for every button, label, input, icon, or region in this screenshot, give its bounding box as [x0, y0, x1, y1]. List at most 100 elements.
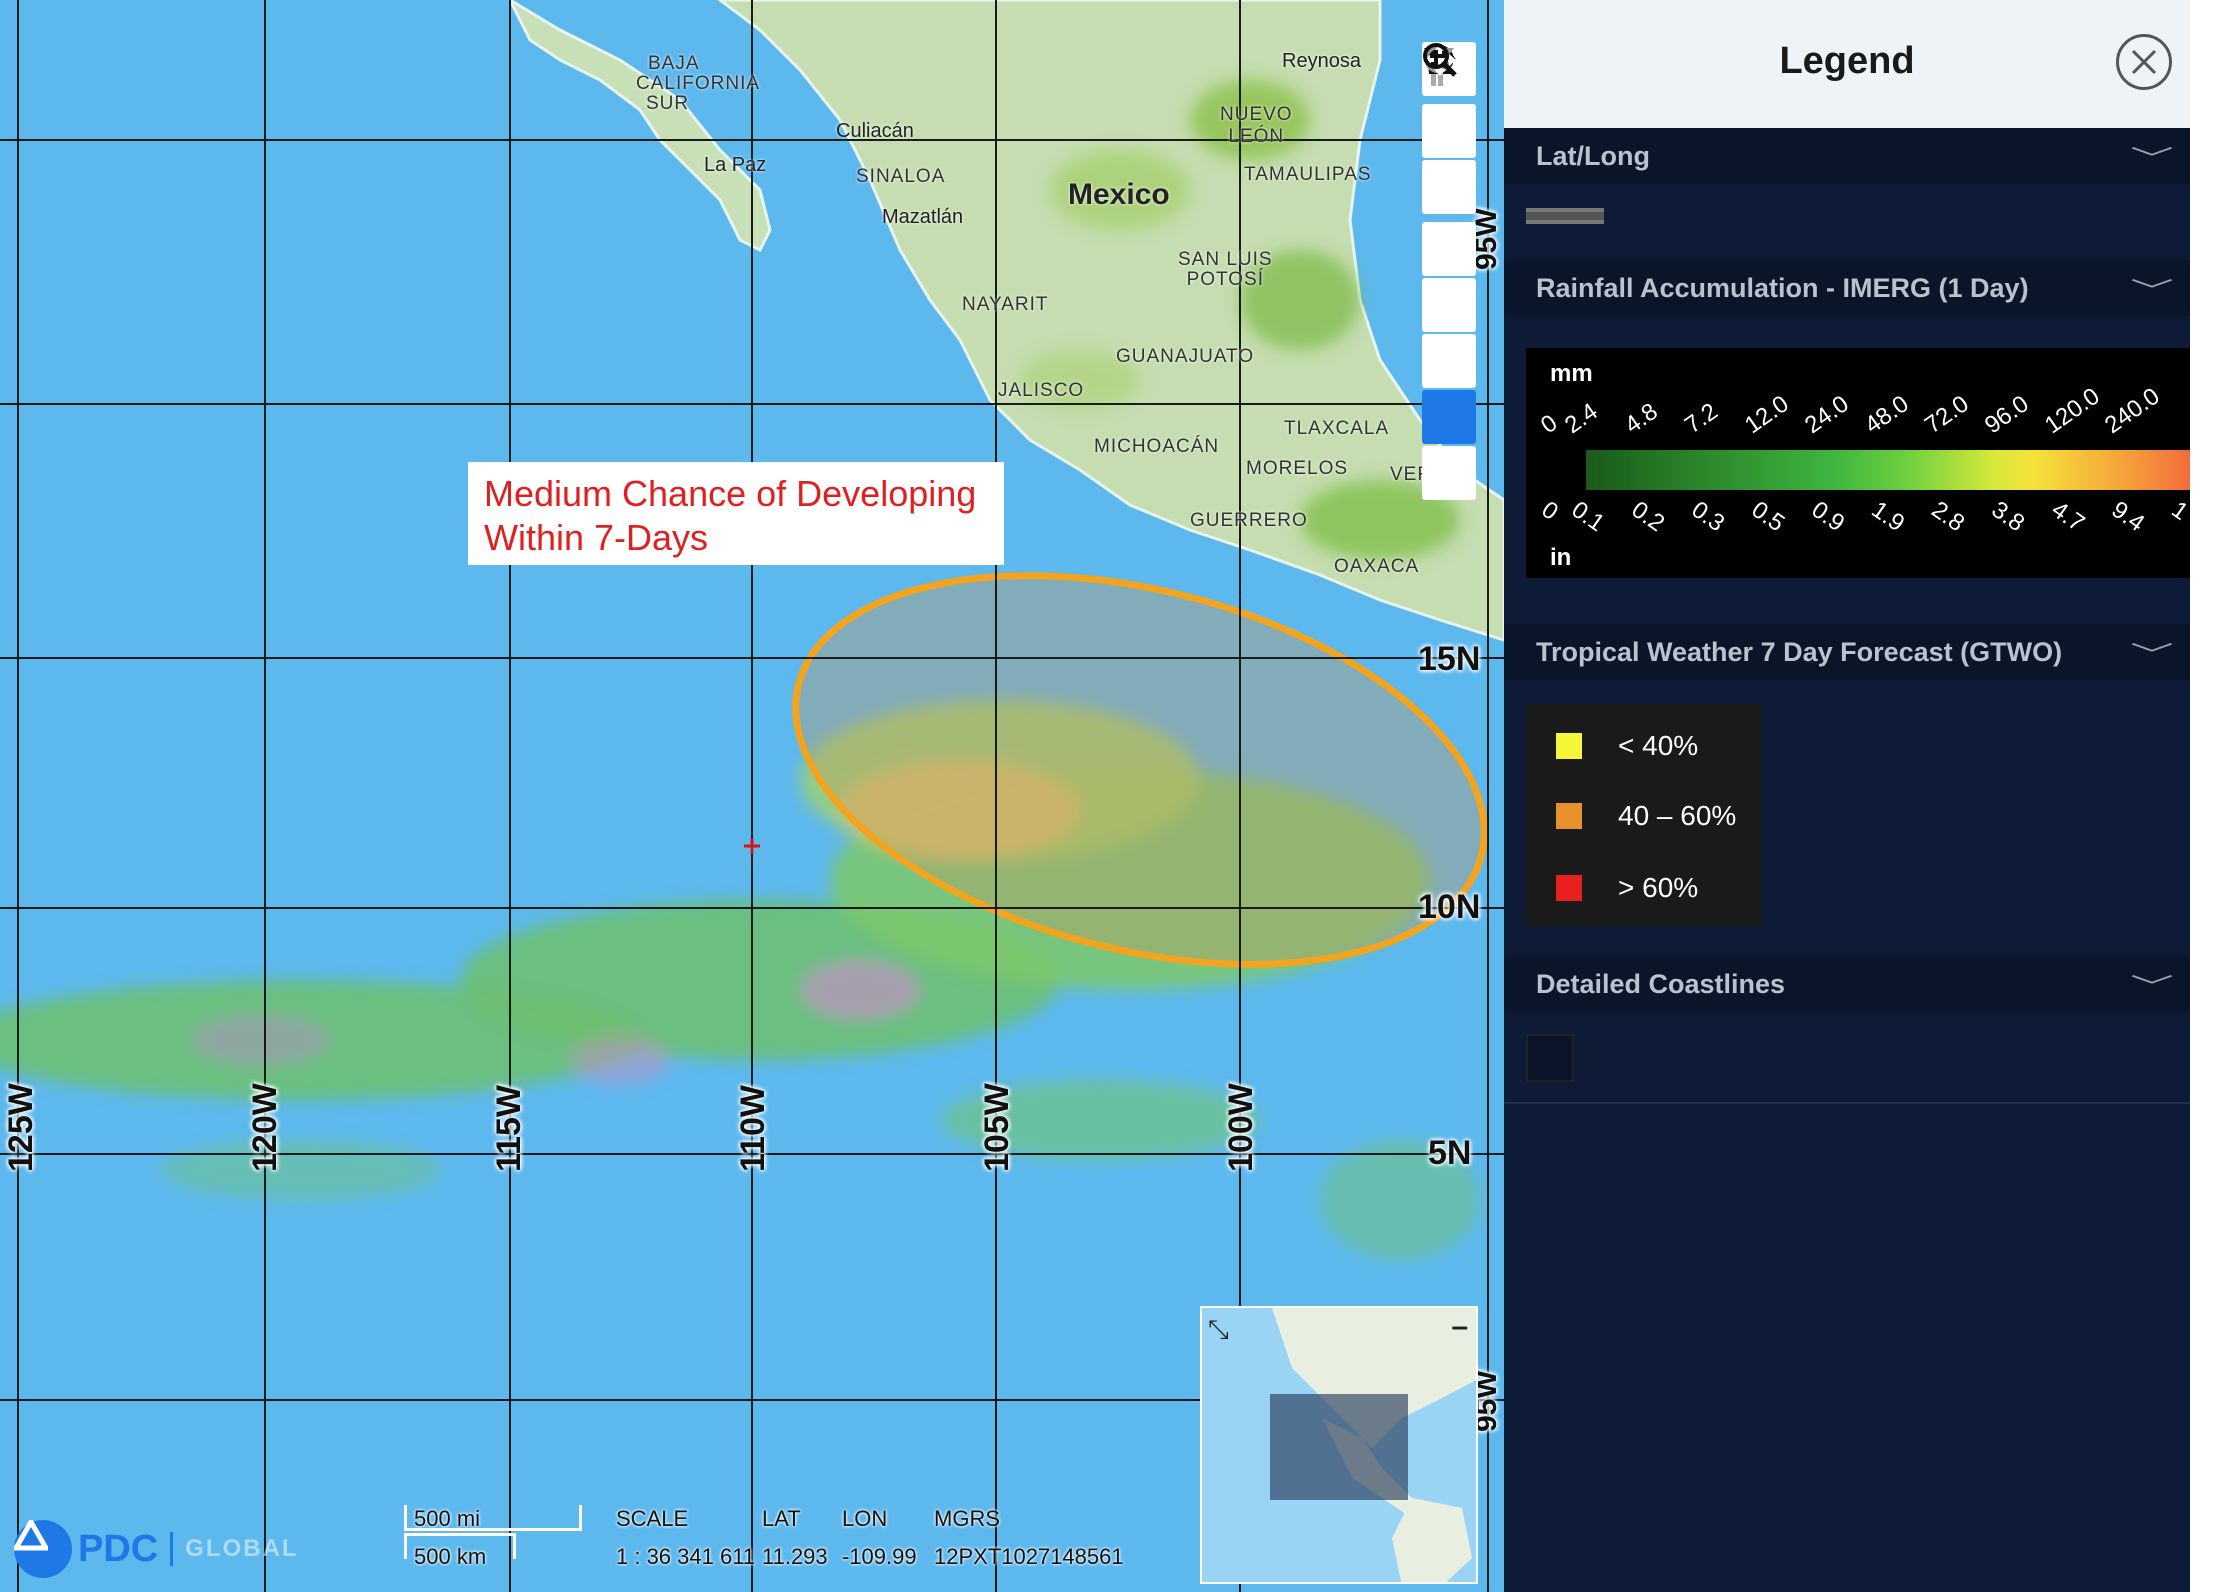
lat-label-5n: 5N — [1428, 1134, 1472, 1172]
gtwo-row-low: < 40% — [1556, 726, 1698, 766]
legend-panel: Legend Lat/Long ﹀ Rainfall Accumulation … — [1504, 0, 2190, 1592]
label-mazatlan: Mazatlán — [882, 206, 964, 228]
label-la-paz: La Paz — [704, 154, 767, 176]
label-michoacan: MICHOACÁN — [1094, 436, 1220, 457]
section-latlong-title: Lat/Long — [1536, 140, 1650, 171]
label-guerrero: GUERRERO — [1190, 510, 1308, 531]
rainfall-in-tick: 9.4 — [2106, 496, 2150, 538]
gtwo-row-medium: 40 – 60% — [1556, 796, 1736, 836]
overview-map[interactable]: ⤡ – — [1200, 1306, 1478, 1584]
mgrs-value: 12PXT1027148561 — [934, 1544, 1124, 1569]
chevron-down-icon: ﹀ — [2130, 641, 2174, 669]
section-coastlines-header[interactable]: Detailed Coastlines ﹀ — [1504, 956, 2190, 1012]
label-san-luis: SAN LUIS POTOSÍ — [1178, 250, 1273, 290]
rainfall-in-tick: 3.8 — [1986, 496, 2030, 538]
label-reynosa: Reynosa — [1282, 50, 1361, 72]
gtwo-swatch-low — [1556, 733, 1582, 759]
latlong-swatch — [1526, 208, 1604, 224]
lon-label-100w: 100W — [1222, 1083, 1260, 1172]
logo-sub: GLOBAL — [185, 1535, 299, 1562]
zoom-in-button[interactable] — [1422, 44, 1476, 158]
rainfall-mm-tick: 96.0 — [1979, 390, 2034, 440]
label-baja-2: CALIFORNIA — [636, 73, 761, 94]
section-gtwo-header[interactable]: Tropical Weather 7 Day Forecast (GTWO) ﹀ — [1504, 624, 2190, 680]
scale-km-label: 500 km — [414, 1544, 487, 1569]
triangle-icon — [14, 1520, 48, 1551]
rainfall-in-tick: 0.3 — [1686, 496, 1730, 538]
section-gtwo-title: Tropical Weather 7 Day Forecast (GTWO) — [1536, 636, 2063, 667]
overview-collapse-icon[interactable]: ⤡ — [1208, 1314, 1229, 1346]
logo-brand: PDC — [78, 1527, 159, 1570]
section-latlong-header[interactable]: Lat/Long ﹀ — [1504, 128, 2190, 184]
label-nuevo-leon-1: NUEVO — [1220, 104, 1293, 125]
rainfall-mm-tick: 0 — [1535, 409, 1563, 440]
forecast-annotation: Medium Chance of Developing Within 7-Day… — [468, 462, 1004, 565]
label-tlaxcala: TLAXCALA — [1284, 418, 1390, 439]
rainfall-in-tick: 1 — [2166, 496, 2190, 526]
annotation-line-2: Within 7-Days — [484, 517, 709, 558]
rainfall-mm-tick: 72.0 — [1919, 390, 1974, 440]
label-san-luis-2: POTOSÍ — [1186, 269, 1265, 290]
rainfall-in-tick: 0.2 — [1626, 496, 1670, 538]
label-culiacan: Culiacán — [836, 120, 914, 142]
lon-label-125w: 125W — [2, 1083, 40, 1172]
home-button[interactable] — [1422, 44, 1476, 276]
gtwo-row-high: > 60% — [1556, 868, 1698, 908]
lat-label-15n: 15N — [1418, 640, 1481, 678]
map-view[interactable]: BAJA CALIFORNIA SUR La Paz Culiacán SINA… — [0, 0, 1504, 1592]
label-sinaloa: SINALOA — [856, 166, 946, 187]
lat-heading: LAT — [762, 1506, 801, 1531]
coastlines-swatch — [1526, 1034, 1574, 1082]
gtwo-label-medium: 40 – 60% — [1618, 800, 1737, 831]
chevron-down-icon: ﹀ — [2130, 973, 2174, 1001]
annotation-line-1: Medium Chance of Developing — [484, 473, 977, 514]
magnifier-plus-icon — [1423, 43, 1457, 77]
section-coastlines-title: Detailed Coastlines — [1536, 968, 1786, 999]
chevron-down-icon: ﹀ — [2130, 145, 2174, 173]
rainfall-mm-tick: 240.0 — [2099, 382, 2165, 440]
legend-divider — [1504, 1102, 2190, 1104]
overview-extent[interactable] — [1270, 1394, 1408, 1500]
section-rainfall-title: Rainfall Accumulation - IMERG (1 Day) — [1536, 272, 2029, 303]
rainfall-mm-tick: 12.0 — [1739, 390, 1794, 440]
rainfall-in-tick: 0 — [1536, 496, 1563, 526]
mgrs-heading: MGRS — [934, 1506, 1000, 1531]
rainfall-mm-tick: 4.8 — [1619, 397, 1663, 440]
label-baja-1: BAJA — [648, 53, 700, 74]
gtwo-label-low: < 40% — [1618, 730, 1699, 761]
lon-value: -109.99 — [842, 1544, 917, 1569]
rainfall-mm-tick: 48.0 — [1859, 390, 1914, 440]
overview-minimize-icon[interactable]: – — [1451, 1310, 1468, 1344]
label-nuevo-leon: NUEVO LEÓN — [1220, 104, 1293, 148]
chevron-down-icon: ﹀ — [2130, 277, 2174, 305]
rainfall-unit-mm: mm — [1550, 360, 1593, 387]
label-san-luis-1: SAN LUIS — [1178, 249, 1273, 270]
rainfall-in-tick: 1.9 — [1866, 496, 1910, 538]
scale-mi-label: 500 mi — [414, 1506, 481, 1531]
pan-button[interactable] — [1422, 44, 1476, 444]
rotate-left-button[interactable] — [1422, 45, 1476, 332]
gtwo-swatch-high — [1556, 875, 1582, 901]
label-baja-3: SUR — [646, 93, 690, 114]
rainfall-mm-tick: 7.2 — [1679, 397, 1723, 440]
scale-heading: SCALE — [616, 1506, 689, 1531]
pdc-logo[interactable]: PDC GLOBAL — [14, 1520, 299, 1578]
close-icon — [2131, 49, 2157, 75]
map-controls — [1422, 42, 1476, 502]
zoom-box-button[interactable] — [1422, 43, 1476, 500]
label-mexico: Mexico — [1068, 178, 1170, 211]
rainfall-mm-tick: 2.4 — [1559, 397, 1603, 440]
close-legend-button[interactable] — [2116, 34, 2172, 90]
rotate-right-button[interactable] — [1422, 45, 1476, 388]
scale-value: 1 : 36 341 611 — [616, 1544, 756, 1569]
label-nuevo-leon-2: LEÓN — [1228, 126, 1285, 147]
label-baja: BAJA CALIFORNIA SUR — [636, 54, 760, 114]
rainfall-in-tick: 0.1 — [1566, 496, 1610, 538]
section-rainfall-header[interactable]: Rainfall Accumulation - IMERG (1 Day) ﹀ — [1504, 260, 2190, 316]
rainfall-in-tick: 2.8 — [1926, 496, 1970, 538]
legend-header: Legend — [1504, 0, 2190, 128]
lat-label-10n: 10N — [1418, 888, 1481, 926]
lon-heading: LON — [842, 1506, 888, 1531]
gtwo-label-high: > 60% — [1618, 872, 1699, 903]
zoom-out-button[interactable] — [1422, 56, 1476, 214]
